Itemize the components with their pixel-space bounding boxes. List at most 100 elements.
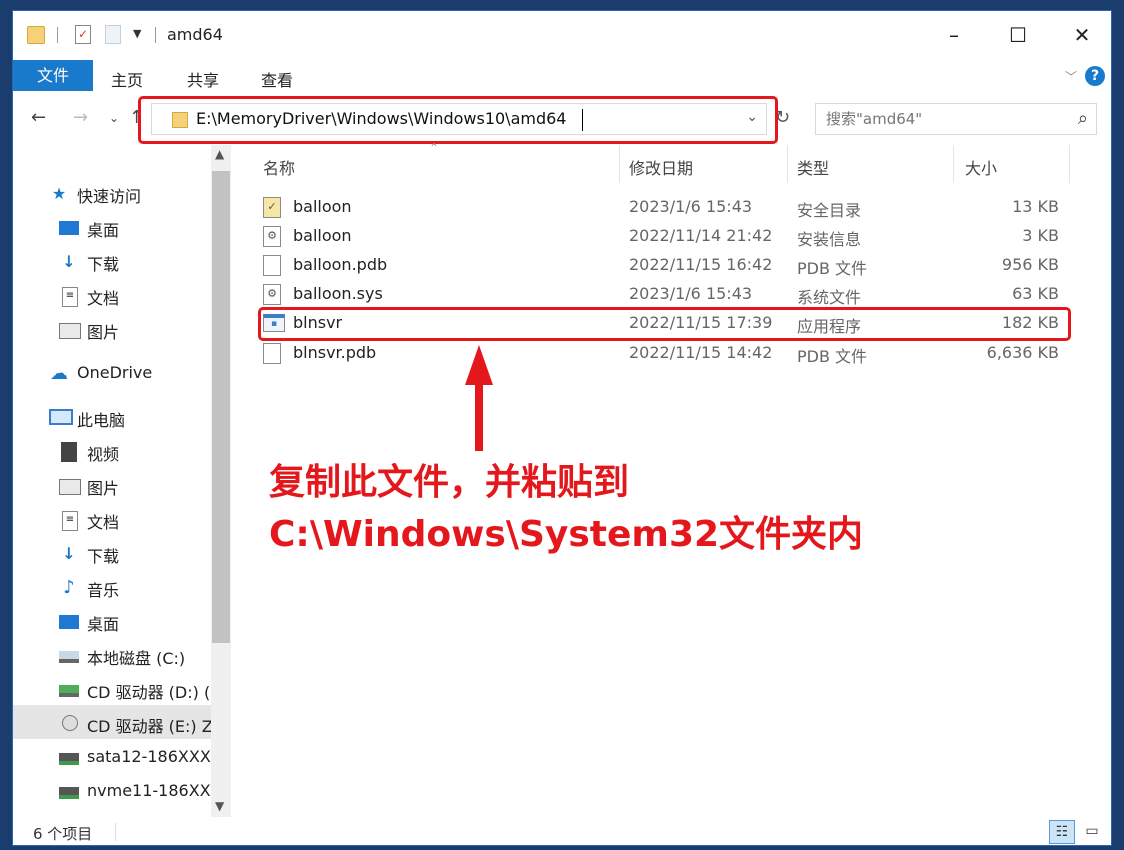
expand-ribbon-chevron-icon[interactable]: ﹀ — [1065, 68, 1077, 85]
scroll-down-chevron-icon[interactable]: ▼ — [215, 799, 224, 813]
download-icon: ↓ — [62, 252, 76, 271]
column-header-size[interactable]: 大小 — [965, 155, 997, 195]
file-size: 182 KB — [1001, 313, 1059, 332]
file-row[interactable]: ⚙ balloon 2022/11/14 21:42 安装信息 3 KB — [257, 222, 1077, 251]
properties-icon[interactable]: ✓ — [75, 25, 91, 44]
download-icon: ↓ — [62, 544, 76, 563]
nav-label: 文档 — [87, 513, 120, 532]
scrollbar-thumb[interactable] — [212, 171, 230, 643]
search-icon[interactable]: ⌕ — [1078, 108, 1088, 129]
nav-label: 视频 — [87, 445, 120, 464]
navigation-pane: ★ 快速访问 桌面 📌 ↓ 下载 📌 ≡ 文档 📌 图片 📌 ☁ OneDriv… — [13, 145, 231, 817]
status-separator — [115, 823, 116, 841]
file-name: balloon — [293, 226, 352, 245]
column-header-name[interactable]: 名称 — [263, 155, 295, 195]
column-header-date[interactable]: 修改日期 — [629, 155, 693, 195]
tab-file[interactable]: 文件 — [13, 60, 93, 91]
column-separator[interactable] — [619, 145, 620, 183]
search-input[interactable] — [826, 109, 1046, 129]
file-size: 3 KB — [1022, 226, 1059, 245]
file-name: blnsvr — [293, 313, 343, 332]
nav-scrollbar[interactable]: ▲ ▼ — [211, 145, 231, 817]
pictures-icon — [59, 479, 81, 495]
minimize-button[interactable]: – — [923, 11, 985, 59]
file-date: 2022/11/15 14:42 — [629, 343, 773, 362]
forward-arrow-icon[interactable]: → — [73, 107, 88, 128]
hard-drive-icon — [59, 651, 79, 663]
file-size: 6,636 KB — [986, 343, 1059, 362]
nav-label: 此电脑 — [77, 411, 126, 430]
up-arrow-icon[interactable]: ↑ — [129, 107, 144, 128]
status-bar: 6 个项目 ☷ ▭ — [13, 817, 1111, 845]
title-bar: ✓ ▼ amd64 – ☐ ✕ — [13, 11, 1111, 59]
search-box[interactable]: ⌕ — [815, 103, 1097, 135]
file-row[interactable]: balloon.pdb 2022/11/15 16:42 PDB 文件 956 … — [257, 251, 1077, 280]
column-header-type[interactable]: 类型 — [797, 155, 829, 195]
nav-label: CD 驱动器 (D:) ( — [87, 683, 211, 702]
nav-label: 图片 — [87, 323, 120, 342]
refresh-icon[interactable]: ↻ — [775, 107, 790, 128]
file-date: 2022/11/15 17:39 — [629, 313, 773, 332]
file-type: 应用程序 — [797, 317, 862, 336]
tab-share[interactable]: 共享 — [187, 67, 219, 91]
system-file-icon: ⚙ — [263, 284, 281, 305]
annotation-text-line2: C:\Windows\System32文件夹内 — [269, 514, 864, 555]
toolbar-separator — [57, 27, 58, 43]
column-separator[interactable] — [953, 145, 954, 183]
new-folder-icon[interactable] — [105, 25, 121, 44]
nav-label: 音乐 — [87, 581, 120, 600]
cd-drive-icon — [59, 685, 79, 697]
folder-icon — [172, 112, 188, 128]
tab-home[interactable]: 主页 — [111, 67, 143, 91]
window-title: amd64 — [167, 25, 223, 44]
file-row[interactable]: ⚙ balloon.sys 2023/1/6 15:43 系统文件 63 KB — [257, 280, 1077, 309]
customize-toolbar-chevron-icon[interactable]: ▼ — [133, 27, 141, 40]
close-button[interactable]: ✕ — [1051, 11, 1111, 59]
file-size: 956 KB — [1001, 255, 1059, 274]
file-type: PDB 文件 — [797, 259, 868, 278]
scroll-up-chevron-icon[interactable]: ▲ — [215, 147, 224, 161]
file-icon — [263, 255, 281, 276]
text-caret — [582, 109, 583, 131]
explorer-window: ✓ ▼ amd64 – ☐ ✕ 文件 主页 共享 查看 ﹀ ? ← → ⌄ ↑ … — [12, 10, 1112, 846]
file-name: balloon.sys — [293, 284, 383, 303]
item-count: 6 个项目 — [33, 825, 93, 843]
file-size: 63 KB — [1012, 284, 1059, 303]
nav-label: 下载 — [87, 255, 120, 274]
address-path[interactable]: E:\MemoryDriver\Windows\Windows10\amd64 — [196, 109, 566, 128]
toolbar-separator — [155, 27, 156, 43]
file-type: 安全目录 — [797, 201, 862, 220]
file-name: balloon.pdb — [293, 255, 388, 274]
file-date: 2022/11/14 21:42 — [629, 226, 773, 245]
address-dropdown-chevron-icon[interactable]: ⌄ — [746, 109, 758, 125]
cd-drive-icon — [62, 715, 78, 731]
cloud-icon: ☁ — [50, 363, 68, 384]
file-name: balloon — [293, 197, 352, 216]
maximize-button[interactable]: ☐ — [987, 11, 1049, 59]
ribbon: 文件 主页 共享 查看 ﹀ ? — [13, 59, 1111, 93]
details-view-icon[interactable]: ☷ — [1049, 820, 1075, 844]
back-arrow-icon[interactable]: ← — [31, 107, 46, 128]
help-icon[interactable]: ? — [1085, 66, 1105, 86]
nav-label: 文档 — [87, 289, 120, 308]
large-icons-view-icon[interactable]: ▭ — [1079, 820, 1105, 844]
folder-icon — [27, 26, 45, 44]
file-name: blnsvr.pdb — [293, 343, 377, 362]
file-row[interactable]: ✓ balloon 2023/1/6 15:43 安全目录 13 KB — [257, 193, 1077, 222]
column-separator[interactable] — [1069, 145, 1070, 183]
address-bar[interactable]: E:\MemoryDriver\Windows\Windows10\amd64 … — [151, 103, 767, 135]
computer-icon — [49, 409, 73, 425]
star-icon: ★ — [51, 184, 67, 203]
nav-label: 桌面 — [87, 221, 120, 240]
annotation-arrow-shaft — [475, 383, 483, 451]
file-type: 安装信息 — [797, 230, 862, 249]
file-row[interactable]: ▪ blnsvr 2022/11/15 17:39 应用程序 182 KB — [257, 309, 1077, 338]
recent-locations-chevron-icon[interactable]: ⌄ — [109, 111, 119, 125]
file-row[interactable]: blnsvr.pdb 2022/11/15 14:42 PDB 文件 6,636… — [257, 339, 1077, 368]
nav-label: nvme11-186XX — [87, 781, 211, 800]
application-icon: ▪ — [263, 314, 285, 332]
column-separator[interactable] — [787, 145, 788, 183]
music-note-icon: ♪ — [63, 577, 75, 598]
tab-view[interactable]: 查看 — [261, 67, 293, 91]
desktop-icon — [59, 221, 79, 235]
